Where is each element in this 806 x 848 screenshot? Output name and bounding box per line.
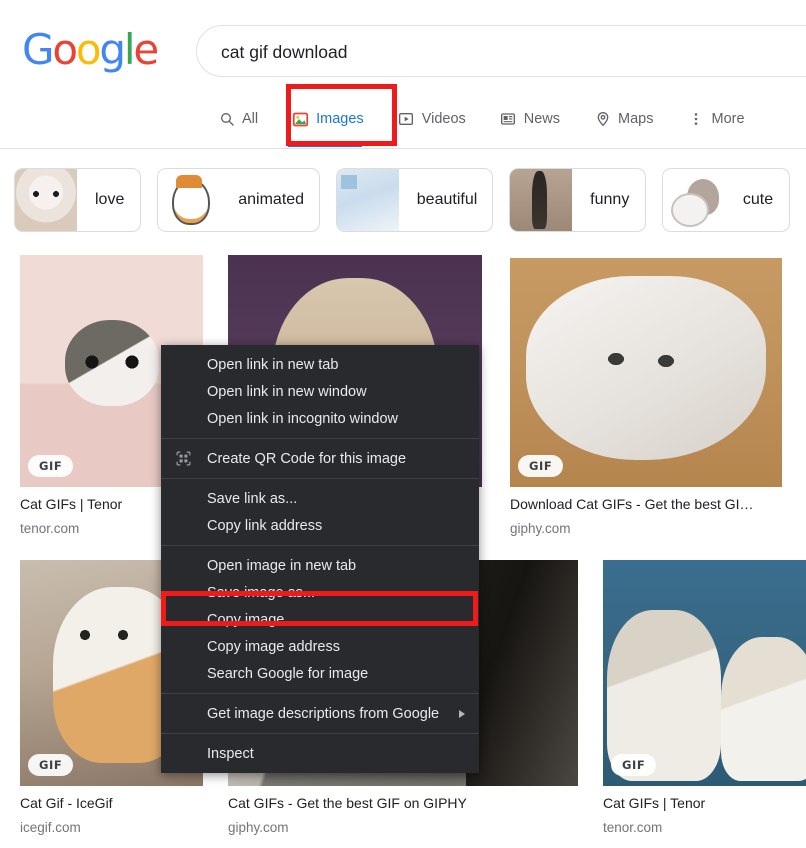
chip-animated[interactable]: animated — [157, 168, 320, 232]
tab-videos-label: Videos — [421, 111, 466, 127]
chip-beautiful[interactable]: beautiful — [335, 168, 494, 232]
result-title[interactable]: Cat Gif - IceGif — [20, 795, 203, 811]
submenu-arrow-icon — [459, 709, 465, 718]
chip-thumbnail-animated — [158, 169, 221, 231]
tab-maps[interactable]: Maps — [594, 104, 654, 134]
chip-animated-label: animated — [238, 191, 305, 208]
logo-letter-o2: o — [75, 25, 102, 74]
menu-item-label: Open link in incognito window — [207, 410, 399, 427]
chip-love-label: love — [95, 191, 125, 208]
result-title[interactable]: Cat GIFs - Get the best GIF on GIPHY — [228, 795, 578, 811]
tab-news-label: News — [523, 111, 561, 127]
menu-item-open-link-new-tab[interactable]: Open link in new tab — [161, 351, 479, 378]
result-image[interactable]: GIF — [510, 258, 782, 487]
chip-thumbnail-beautiful — [336, 169, 399, 231]
tab-images-active-underline — [288, 144, 362, 147]
result-domain: tenor.com — [603, 820, 663, 835]
chip-thumbnail-funny — [510, 169, 573, 231]
video-icon — [398, 111, 415, 128]
search-icon — [218, 111, 235, 128]
menu-separator — [161, 733, 479, 734]
menu-item-label: Copy image address — [207, 638, 340, 655]
gif-badge: GIF — [28, 455, 74, 477]
search-tabs: All Images Videos News Maps More — [0, 104, 806, 148]
logo-letter-e: e — [133, 25, 159, 74]
menu-item-label: Search Google for image — [207, 665, 369, 682]
gif-badge: GIF — [28, 754, 74, 776]
menu-item-label: Create QR Code for this image — [207, 450, 407, 467]
search-box[interactable] — [196, 25, 806, 78]
tab-videos[interactable]: Videos — [398, 104, 466, 134]
google-logo[interactable]: Google — [22, 25, 159, 74]
news-icon — [500, 111, 517, 128]
tab-images-label: Images — [316, 111, 364, 127]
result-tile[interactable]: GIF Cat GIFs | Tenor tenor.com — [603, 560, 806, 835]
chip-funny-label: funny — [590, 191, 630, 208]
menu-item-save-image-as[interactable]: Save image as... — [161, 579, 479, 606]
menu-item-create-qr-code[interactable]: Create QR Code for this image — [161, 445, 479, 472]
logo-letter-o1: o — [52, 25, 78, 74]
menu-item-label: Open image in new tab — [207, 557, 357, 574]
logo-letter-l: l — [123, 25, 136, 74]
logo-letter-g2: g — [99, 25, 126, 74]
tab-more[interactable]: More — [688, 104, 745, 134]
result-title[interactable]: Download Cat GIFs - Get the best GI… — [510, 496, 782, 512]
tab-more-label: More — [711, 111, 745, 127]
result-domain: icegif.com — [20, 820, 81, 835]
menu-item-label: Inspect — [207, 745, 254, 762]
menu-item-inspect[interactable]: Inspect — [161, 740, 479, 767]
logo-letter-g1: G — [22, 25, 55, 74]
qr-code-icon — [174, 450, 192, 468]
result-domain: giphy.com — [510, 521, 571, 536]
result-title[interactable]: Cat GIFs | Tenor — [603, 795, 806, 811]
menu-item-label: Open link in new window — [207, 383, 367, 400]
menu-item-label: Copy link address — [207, 517, 323, 534]
result-domain: giphy.com — [228, 820, 289, 835]
more-vert-icon — [688, 111, 705, 128]
menu-item-copy-image[interactable]: Copy image — [161, 606, 479, 633]
tab-maps-label: Maps — [618, 111, 654, 127]
search-input[interactable] — [219, 26, 783, 78]
chip-cute-label: cute — [742, 191, 774, 208]
menu-item-save-link-as[interactable]: Save link as... — [161, 485, 479, 512]
chip-funny[interactable]: funny — [509, 168, 646, 232]
menu-separator — [161, 545, 479, 546]
chip-love[interactable]: love — [14, 168, 142, 232]
tab-all-label: All — [242, 111, 259, 127]
menu-item-label: Copy image — [207, 611, 285, 628]
location-pin-icon — [594, 111, 611, 128]
gif-badge: GIF — [518, 455, 564, 477]
menu-item-open-image-new-tab[interactable]: Open image in new tab — [161, 552, 479, 579]
tab-images[interactable]: Images — [292, 104, 364, 134]
menu-separator — [161, 438, 479, 439]
tab-all[interactable]: All — [218, 104, 258, 134]
chip-thumbnail-love — [15, 169, 77, 231]
menu-item-label: Get image descriptions from Google — [207, 705, 440, 722]
chip-cute[interactable]: cute — [661, 168, 790, 232]
menu-item-label: Save link as... — [207, 490, 298, 507]
tab-news[interactable]: News — [500, 104, 560, 134]
menu-item-label: Save image as... — [207, 584, 315, 601]
menu-item-search-google-for-image[interactable]: Search Google for image — [161, 660, 479, 687]
chip-thumbnail-cute — [662, 169, 725, 231]
gif-badge: GIF — [611, 754, 657, 776]
browser-context-menu: Open link in new tab Open link in new wi… — [161, 345, 479, 773]
menu-item-label: Open link in new tab — [207, 356, 339, 373]
menu-separator — [161, 478, 479, 479]
menu-item-get-image-descriptions[interactable]: Get image descriptions from Google — [161, 700, 479, 727]
menu-item-copy-image-address[interactable]: Copy image address — [161, 633, 479, 660]
chip-beautiful-label: beautiful — [416, 191, 478, 208]
related-searches-chips: love animated beautiful funny cute — [0, 168, 806, 232]
result-tile[interactable]: GIF Download Cat GIFs - Get the best GI…… — [510, 258, 782, 536]
menu-separator — [161, 693, 479, 694]
search-header: Google All Images — [0, 0, 806, 149]
menu-item-open-link-incognito[interactable]: Open link in incognito window — [161, 405, 479, 432]
result-image[interactable]: GIF — [603, 560, 806, 786]
image-icon — [292, 111, 309, 128]
menu-item-copy-link-address[interactable]: Copy link address — [161, 512, 479, 539]
menu-item-open-link-new-window[interactable]: Open link in new window — [161, 378, 479, 405]
